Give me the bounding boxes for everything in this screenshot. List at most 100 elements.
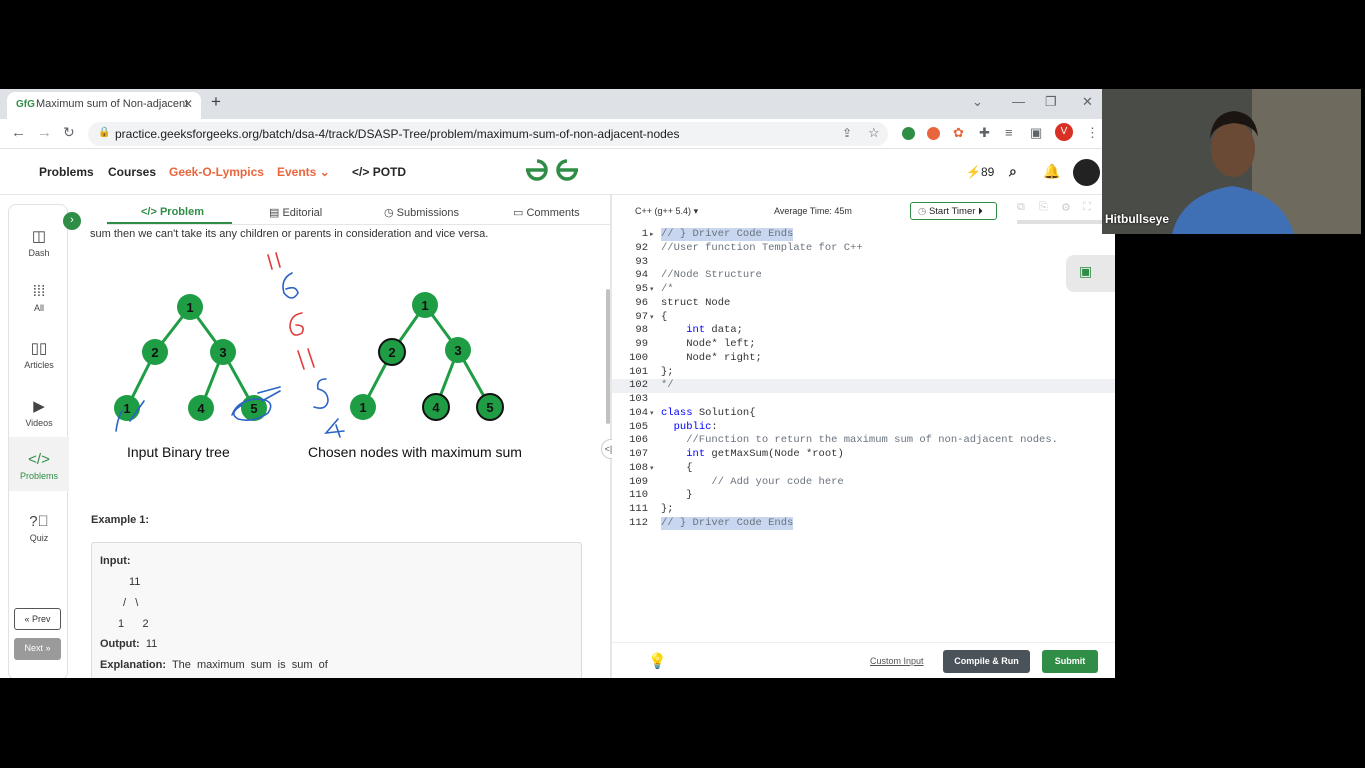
lightbulb-icon[interactable]: 💡 bbox=[648, 652, 667, 670]
code-line[interactable]: public: bbox=[661, 421, 718, 434]
code-line[interactable]: }; bbox=[661, 366, 674, 379]
code-line[interactable]: // } Driver Code Ends bbox=[661, 516, 794, 530]
search-icon[interactable]: ⌕ bbox=[1009, 163, 1017, 180]
explanation-text: The maximum sum is sum of bbox=[171, 659, 328, 671]
tab-search-chevron-icon[interactable]: ⌄ bbox=[972, 94, 983, 110]
sidebar-item-dash[interactable]: ◫ Dash bbox=[9, 227, 69, 258]
sidebar-item-videos[interactable]: ▶ Videos bbox=[9, 397, 69, 428]
explanation-label: Explanation: bbox=[100, 659, 167, 671]
fold-arrow-icon[interactable]: ▾ bbox=[650, 464, 654, 472]
notification-bell-icon[interactable]: 🔔 bbox=[1043, 163, 1060, 180]
code-line[interactable]: */ bbox=[661, 379, 674, 392]
code-line[interactable]: int data; bbox=[661, 324, 743, 337]
code-line[interactable]: }; bbox=[661, 503, 674, 516]
nav-potd-label: POTD bbox=[372, 165, 407, 179]
chat-icon[interactable]: ▣ bbox=[1066, 255, 1115, 292]
minimize-icon[interactable]: — bbox=[1012, 94, 1025, 109]
extension-orange-icon[interactable] bbox=[927, 127, 940, 140]
browser-tab[interactable]: GfG Maximum sum of Non-adjacent ✕ bbox=[7, 92, 201, 119]
code-line[interactable]: Node* right; bbox=[661, 352, 762, 365]
fold-arrow-icon[interactable]: ▾ bbox=[650, 313, 654, 321]
settings-gear-icon[interactable]: ⚙ bbox=[1061, 201, 1071, 214]
nav-potd[interactable]: </> POTD bbox=[352, 165, 406, 179]
nav-courses[interactable]: Courses bbox=[108, 165, 156, 179]
editor-footer: 💡 Custom Input Compile & Run Submit bbox=[612, 642, 1115, 678]
back-icon[interactable]: ← bbox=[11, 124, 26, 141]
line-number: 105 bbox=[629, 420, 648, 433]
clock-icon: ◷ bbox=[384, 207, 394, 219]
code-line[interactable]: { bbox=[661, 311, 667, 324]
site-header: Problems Courses Geek-O-Lympics Events ⌄… bbox=[0, 149, 1102, 195]
restore-icon[interactable]: ❐ bbox=[1045, 94, 1057, 110]
tree-node-label: 5 bbox=[250, 401, 257, 416]
code-line[interactable]: Node* left; bbox=[661, 338, 755, 351]
browser-window: GfG Maximum sum of Non-adjacent ✕ + ⌄ — … bbox=[0, 89, 1115, 678]
line-number: 99 bbox=[635, 338, 648, 350]
extensions-puzzle-icon[interactable]: ✚ bbox=[979, 125, 990, 141]
bookmark-star-icon[interactable]: ☆ bbox=[868, 125, 880, 141]
sidebar-item-quiz[interactable]: ?⃝ Quiz bbox=[9, 513, 69, 543]
fold-arrow-icon[interactable]: ▾ bbox=[650, 409, 654, 417]
fullscreen-icon[interactable]: ⛶ bbox=[1083, 201, 1091, 214]
reading-list-icon[interactable]: ≡ bbox=[1005, 125, 1013, 140]
lightning-icon: ⚡ bbox=[966, 165, 981, 179]
nav-events-label: Events bbox=[277, 165, 317, 179]
nav-geek-o-lympics[interactable]: Geek-O-Lympics bbox=[169, 165, 264, 179]
language-select[interactable]: C++ (g++ 5.4) ▾ bbox=[635, 206, 698, 217]
tab-problem[interactable]: </> Problem bbox=[141, 206, 204, 218]
custom-input-link[interactable]: Custom Input bbox=[870, 656, 924, 666]
code-line[interactable]: //User function Template for C++ bbox=[661, 242, 863, 255]
problem-tabs: </> Problem ▤ Editorial ◷ Submissions ▭ … bbox=[107, 201, 610, 225]
url-field[interactable]: 🔒 practice.geeksforgeeks.org/batch/dsa-4… bbox=[88, 122, 888, 146]
menu-dots-icon[interactable]: ⋮ bbox=[1086, 125, 1099, 141]
code-line[interactable]: class Solution{ bbox=[661, 407, 756, 420]
close-window-icon[interactable]: ✕ bbox=[1082, 94, 1093, 110]
new-tab-icon[interactable]: + bbox=[211, 92, 221, 112]
code-line[interactable]: //Function to return the maximum sum of … bbox=[661, 434, 1058, 447]
code-line[interactable]: // } Driver Code Ends bbox=[661, 228, 794, 241]
prev-button[interactable]: « Prev bbox=[14, 608, 61, 630]
nav-problems[interactable]: Problems bbox=[39, 165, 94, 179]
code-line[interactable]: //Node Structure bbox=[661, 269, 762, 282]
side-panel-icon[interactable]: ▣ bbox=[1030, 125, 1042, 141]
forward-icon[interactable]: → bbox=[37, 124, 52, 141]
code-line[interactable]: { bbox=[661, 462, 692, 475]
user-avatar[interactable] bbox=[1073, 159, 1100, 186]
code-line[interactable]: // Add your code here bbox=[661, 476, 843, 489]
submit-button[interactable]: Submit bbox=[1042, 650, 1098, 673]
nav-events[interactable]: Events ⌄ bbox=[277, 165, 330, 179]
streak-counter[interactable]: ⚡89 bbox=[966, 165, 994, 179]
sidebar-item-label: Problems bbox=[19, 471, 58, 481]
sidebar-item-articles[interactable]: ▯▯ Articles bbox=[9, 339, 69, 370]
code-line[interactable]: struct Node bbox=[661, 297, 730, 310]
code-line[interactable]: /* bbox=[661, 283, 674, 296]
extension-flower-icon[interactable]: ✿ bbox=[953, 125, 964, 141]
extension-green-icon[interactable] bbox=[902, 127, 915, 140]
reload-icon[interactable]: ↻ bbox=[63, 124, 75, 141]
tab-editorial[interactable]: ▤ Editorial bbox=[269, 206, 322, 219]
copy-icon[interactable]: ⧉ bbox=[1017, 201, 1025, 214]
gfg-logo[interactable] bbox=[524, 157, 580, 189]
webcam-name: Hitbullseye bbox=[1105, 212, 1170, 226]
example-tree-line: 11 bbox=[129, 576, 141, 588]
fold-arrow-icon[interactable]: ▸ bbox=[650, 230, 654, 238]
sidebar-item-all[interactable]: ⁞⁞⁞ All bbox=[9, 283, 69, 313]
compile-run-button[interactable]: Compile & Run bbox=[943, 650, 1030, 673]
tree-node-label: 4 bbox=[197, 401, 205, 416]
share-icon[interactable]: ⇪ bbox=[842, 126, 852, 140]
code-line[interactable]: int getMaxSum(Node *root) bbox=[661, 448, 844, 461]
profile-avatar[interactable]: V bbox=[1055, 123, 1073, 141]
document-icon: ▤ bbox=[269, 207, 280, 219]
sidebar-toggle-icon[interactable]: › bbox=[63, 212, 81, 230]
line-number: 111 bbox=[629, 503, 648, 515]
start-timer-button[interactable]: ◷ Start Timer ⏵ bbox=[910, 202, 997, 220]
next-button[interactable]: Next » bbox=[14, 638, 61, 660]
tab-comments[interactable]: ▭ Comments bbox=[513, 206, 580, 219]
tab-submissions[interactable]: ◷ Submissions bbox=[384, 206, 459, 219]
close-tab-icon[interactable]: ✕ bbox=[183, 97, 193, 111]
reset-icon[interactable]: ⎘ bbox=[1039, 201, 1048, 214]
line-number: 95 bbox=[635, 283, 648, 295]
fold-arrow-icon[interactable]: ▾ bbox=[650, 285, 654, 293]
sidebar-item-problems[interactable]: </> Problems bbox=[9, 437, 69, 491]
code-line[interactable]: } bbox=[661, 489, 692, 502]
